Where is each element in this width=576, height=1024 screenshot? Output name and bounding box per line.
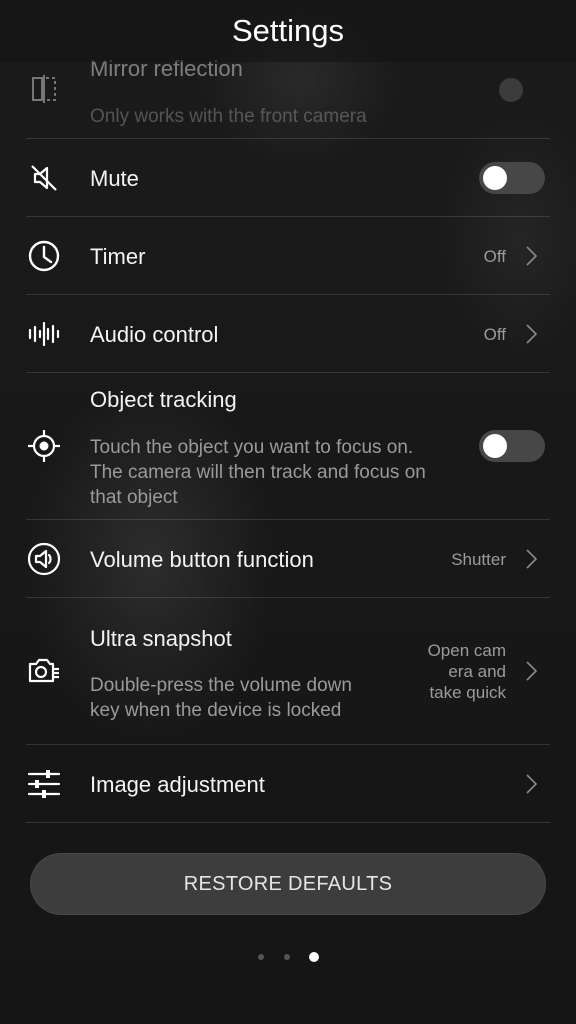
volume-icon (24, 539, 64, 579)
mirror-toggle[interactable] (479, 74, 545, 106)
setting-subtitle: Only works with the front camera (90, 106, 367, 127)
value-line: take quick (429, 683, 506, 702)
setting-audio-control[interactable]: Audio control Off (0, 295, 576, 373)
setting-volume-button-function[interactable]: Volume button function Shutter (0, 520, 576, 598)
object-tracking-toggle[interactable] (479, 430, 545, 462)
subtitle-line: key when the device is locked (90, 700, 342, 721)
camera-icon (24, 651, 64, 691)
setting-object-tracking[interactable]: Object tracking Touch the object you wan… (0, 373, 576, 520)
setting-subtitle: Touch the object you want to focus on. T… (90, 435, 426, 510)
value-line: era and (448, 662, 506, 681)
toggle-knob (483, 434, 507, 458)
mirror-icon (24, 69, 64, 109)
chevron-right-icon (526, 324, 538, 344)
audio-wave-icon (24, 314, 64, 354)
chevron-right-icon (526, 549, 538, 569)
chevron-right-icon (526, 246, 538, 266)
chevron-right-icon (526, 774, 538, 794)
setting-ultra-snapshot[interactable]: Ultra snapshot Double-press the volume d… (0, 598, 576, 745)
setting-label: Volume button function (90, 547, 314, 572)
restore-defaults-button[interactable]: RESTORE DEFAULTS (30, 853, 546, 915)
page-indicator (0, 951, 576, 963)
setting-image-adjustment[interactable]: Image adjustment (0, 745, 576, 823)
subtitle-line: Touch the object you want to focus on. (90, 437, 414, 458)
toggle-knob (499, 78, 523, 102)
setting-mirror-reflection[interactable]: Mirror reflection Only works with the fr… (0, 50, 576, 139)
setting-label: Timer (90, 244, 146, 269)
setting-label: Audio control (90, 322, 219, 347)
divider (26, 822, 550, 823)
page-dot[interactable] (284, 954, 290, 960)
mute-icon (24, 158, 64, 198)
setting-label: Image adjustment (90, 772, 265, 797)
setting-subtitle: Double-press the volume down key when th… (90, 673, 352, 723)
setting-label: Object tracking (90, 387, 237, 412)
setting-timer[interactable]: Timer Off (0, 217, 576, 295)
subtitle-line: The camera will then track and focus on (90, 462, 426, 483)
setting-value: Open cam era and take quick (428, 640, 506, 703)
crosshair-icon (24, 426, 64, 466)
mute-toggle[interactable] (479, 162, 545, 194)
page-title: Settings (0, 0, 576, 62)
clock-icon (24, 236, 64, 276)
page-dot-active[interactable] (309, 952, 319, 962)
setting-label: Mute (90, 166, 139, 191)
subtitle-line: Double-press the volume down (90, 675, 352, 696)
sliders-icon (24, 764, 64, 804)
setting-label: Ultra snapshot (90, 626, 232, 651)
setting-value: Off (483, 325, 506, 344)
page-dot[interactable] (258, 954, 264, 960)
toggle-knob (483, 166, 507, 190)
value-line: Open cam (427, 641, 506, 660)
subtitle-line: that object (90, 487, 178, 508)
setting-value: Off (483, 247, 506, 266)
chevron-right-icon (526, 661, 538, 681)
setting-mute[interactable]: Mute (0, 139, 576, 217)
setting-value: Shutter (451, 550, 506, 569)
